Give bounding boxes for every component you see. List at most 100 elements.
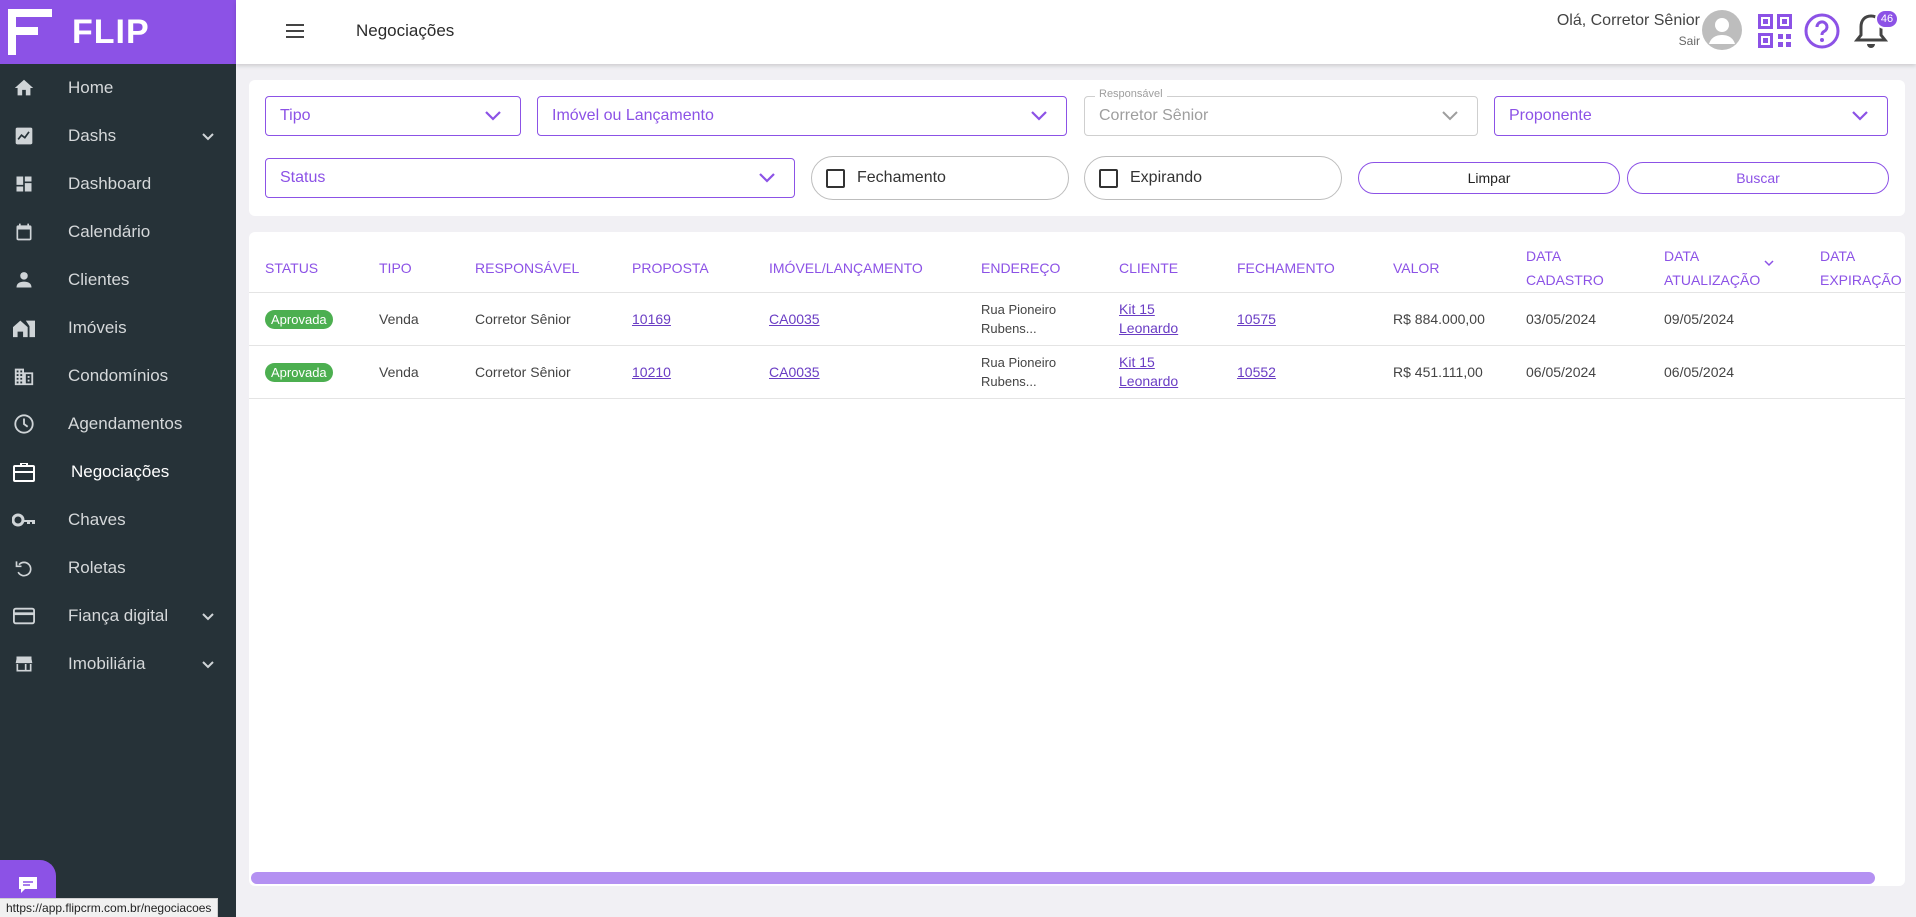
sidebar-item-dashboard[interactable]: Dashboard	[0, 160, 236, 208]
column-header-cliente[interactable]: CLIENTE	[1119, 240, 1178, 296]
sidebar-item-chaves[interactable]: Chaves	[0, 496, 236, 544]
chat-icon	[19, 877, 37, 893]
table-row[interactable]: Aprovada Venda Corretor Sênior 10169 CA0…	[249, 293, 1905, 346]
sidebar-item-condominios[interactable]: Condomínios	[0, 352, 236, 400]
column-header-proposta[interactable]: PROPOSTA	[632, 240, 709, 296]
column-header-line: DATA	[1820, 248, 1856, 264]
chevron-down-icon	[1031, 111, 1047, 121]
sidebar-item-negociacoes[interactable]: Negociações	[0, 448, 236, 496]
limpar-button[interactable]: Limpar	[1358, 162, 1620, 194]
endereco-cell: Rua Pioneiro Rubens...	[981, 293, 1056, 345]
chevron-down-icon	[202, 661, 214, 669]
horizontal-scrollbar[interactable]	[251, 872, 1875, 884]
column-header-imovel[interactable]: IMÓVEL/LANÇAMENTO	[769, 240, 923, 296]
chevron-down-icon	[1852, 111, 1868, 121]
status-badge: Aprovada	[265, 309, 333, 329]
fechamento-checkbox-label: Fechamento	[857, 169, 946, 186]
column-header-responsavel[interactable]: RESPONSÁVEL	[475, 240, 579, 296]
column-header-line: DATA	[1526, 248, 1562, 264]
house-icon	[12, 316, 36, 340]
proposta-link[interactable]: 10169	[632, 311, 671, 327]
imovel-cell: CA0035	[769, 346, 820, 398]
sidebar-item-label: Roletas	[68, 558, 126, 577]
sidebar-item-imoveis[interactable]: Imóveis	[0, 304, 236, 352]
sidebar-nav: Home Dashs Dashboard Calendário Clientes…	[0, 64, 236, 688]
endereco-cell: Rua Pioneiro Rubens...	[981, 346, 1056, 398]
valor-cell: R$ 451.111,00	[1393, 364, 1483, 380]
sidebar-item-label: Condomínios	[68, 366, 169, 385]
column-header-data-atualizacao[interactable]: DATA ATUALIZAÇÃO	[1664, 240, 1760, 296]
column-header-tipo[interactable]: TIPO	[379, 240, 412, 296]
responsavel-select[interactable]: Responsável Corretor Sênior	[1084, 88, 1478, 136]
sidebar-item-label: Imóveis	[68, 318, 127, 337]
avatar[interactable]	[1702, 10, 1742, 50]
valor-cell: R$ 884.000,00	[1393, 311, 1485, 327]
sidebar-item-clientes[interactable]: Clientes	[0, 256, 236, 304]
user-avatar-icon	[1709, 18, 1735, 44]
logout-link[interactable]: Sair	[1557, 34, 1700, 48]
sidebar-item-agendamentos[interactable]: Agendamentos	[0, 400, 236, 448]
key-icon	[12, 508, 36, 532]
hamburger-menu-icon[interactable]	[284, 22, 306, 40]
fechamento-link[interactable]: 10575	[1237, 311, 1276, 327]
table-row[interactable]: Aprovada Venda Corretor Sênior 10210 CA0…	[249, 346, 1905, 399]
column-header-line: ATUALIZAÇÃO	[1664, 272, 1761, 288]
briefcase-icon	[12, 460, 36, 484]
cliente-link[interactable]: Kit 15	[1119, 353, 1178, 372]
fechamento-link[interactable]: 10552	[1237, 364, 1276, 380]
column-header-valor[interactable]: VALOR	[1393, 240, 1439, 296]
sidebar-item-label: Fiança digital	[68, 606, 169, 625]
column-header-data-expiracao[interactable]: DATA EXPIRAÇÃO	[1820, 240, 1902, 296]
sidebar-item-roletas[interactable]: Roletas	[0, 544, 236, 592]
sidebar-item-home[interactable]: Home	[0, 64, 236, 112]
column-header-endereco[interactable]: ENDEREÇO	[981, 240, 1060, 296]
endereco-line: Rubens...	[981, 321, 1037, 336]
imovel-select[interactable]: Imóvel ou Lançamento	[537, 96, 1067, 136]
home-icon	[12, 76, 36, 100]
data-atualizacao-cell: 09/05/2024	[1664, 311, 1735, 327]
status-badge: Aprovada	[265, 362, 333, 382]
cliente-link[interactable]: Leonardo	[1119, 372, 1178, 391]
proponente-select[interactable]: Proponente	[1494, 96, 1888, 136]
tipo-select[interactable]: Tipo	[265, 96, 521, 136]
sort-descending-icon[interactable]	[1763, 258, 1775, 268]
brand-name: FLIP	[72, 12, 150, 51]
qr-code-icon[interactable]	[1758, 14, 1792, 48]
imovel-link[interactable]: CA0035	[769, 311, 820, 327]
status-select[interactable]: Status	[265, 158, 795, 198]
proposta-cell: 10210	[632, 346, 671, 398]
proposta-link[interactable]: 10210	[632, 364, 671, 380]
cliente-link[interactable]: Leonardo	[1119, 319, 1178, 338]
brand-header[interactable]: FLIP	[0, 0, 236, 64]
fechamento-cell: 10575	[1237, 293, 1276, 345]
buscar-button[interactable]: Buscar	[1627, 162, 1889, 194]
data-atualizacao-cell: 06/05/2024	[1664, 364, 1735, 380]
checkbox-unchecked-icon	[826, 168, 845, 188]
sidebar-item-calendario[interactable]: Calendário	[0, 208, 236, 256]
cliente-cell: Kit 15 Leonardo	[1119, 346, 1178, 398]
sidebar-item-fianca-digital[interactable]: Fiança digital	[0, 592, 236, 640]
expirando-checkbox[interactable]: Expirando	[1084, 156, 1342, 200]
person-icon	[12, 268, 36, 292]
topbar: Negociações Olá, Corretor Sênior Sair 46	[236, 0, 1916, 64]
cliente-link[interactable]: Kit 15	[1119, 300, 1178, 319]
sidebar-item-dashs[interactable]: Dashs	[0, 112, 236, 160]
data-cadastro-cell: 03/05/2024	[1526, 311, 1597, 327]
help-icon[interactable]	[1804, 13, 1840, 49]
sidebar-item-label: Agendamentos	[68, 414, 183, 433]
proposta-cell: 10169	[632, 293, 671, 345]
imovel-link[interactable]: CA0035	[769, 364, 820, 380]
column-header-status[interactable]: STATUS	[265, 240, 318, 296]
imovel-cell: CA0035	[769, 293, 820, 345]
chevron-down-icon	[202, 613, 214, 621]
sidebar-item-label: Calendário	[68, 222, 151, 241]
sidebar-item-label: Chaves	[68, 510, 126, 529]
sidebar-item-imobiliaria[interactable]: Imobiliária	[0, 640, 236, 688]
fechamento-checkbox[interactable]: Fechamento	[811, 156, 1069, 200]
column-header-data-cadastro[interactable]: DATA CADASTRO	[1526, 240, 1604, 296]
column-header-fechamento[interactable]: FECHAMENTO	[1237, 240, 1335, 296]
tipo-cell: Venda	[379, 311, 419, 327]
column-header-line: CADASTRO	[1526, 272, 1604, 288]
notification-count-badge: 46	[1875, 9, 1899, 29]
filter-panel: Tipo Imóvel ou Lançamento Responsável Co…	[249, 80, 1905, 216]
